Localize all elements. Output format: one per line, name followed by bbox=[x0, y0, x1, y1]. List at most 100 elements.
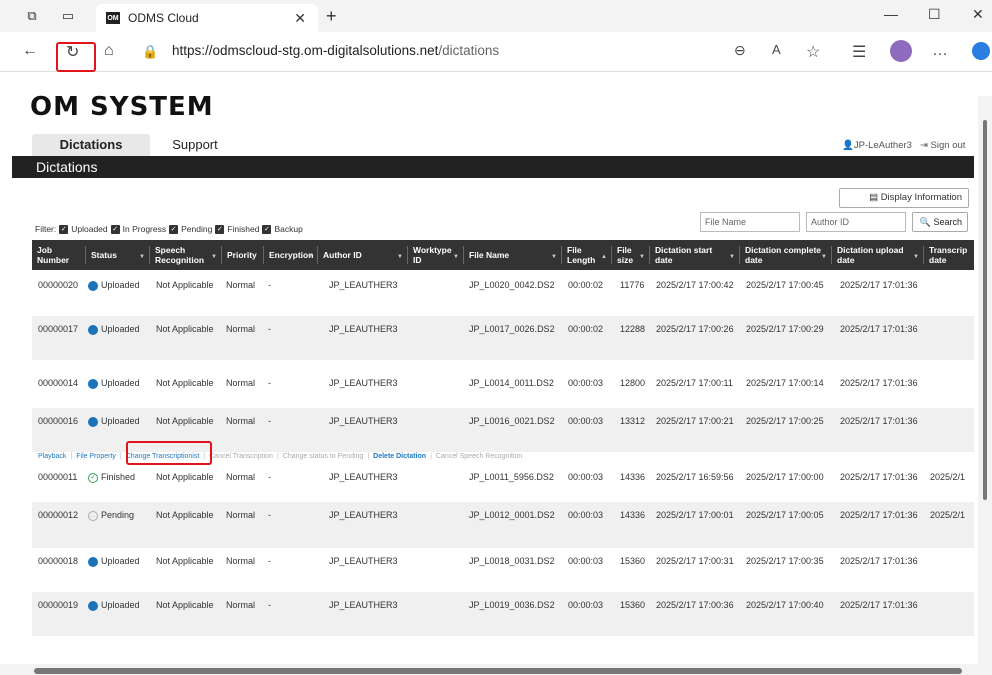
tab-actions-icon[interactable]: ▭ bbox=[60, 8, 76, 24]
logo: OM SYSTEM bbox=[30, 92, 214, 122]
cell-upload: 2025/2/17 17:01:36 bbox=[840, 280, 918, 290]
cell-complete: 2025/2/17 17:00:05 bbox=[746, 510, 824, 520]
cell-author: JP_LEAUTHER3 bbox=[329, 510, 398, 520]
cell-upload: 2025/2/17 17:01:36 bbox=[840, 600, 918, 610]
minimize-icon[interactable]: — bbox=[884, 6, 898, 22]
cell-speech: Not Applicable bbox=[156, 556, 214, 566]
cell-length: 00:00:03 bbox=[568, 510, 604, 520]
cell-status: … Pending bbox=[88, 510, 135, 521]
cell-complete: 2025/2/17 17:00:00 bbox=[746, 472, 824, 482]
favorite-star-icon[interactable]: ☆ bbox=[806, 42, 820, 62]
cell-file: JP_L0017_0026.DS2 bbox=[469, 324, 555, 334]
col-dictation-start-date[interactable]: Dictation start date ▼ bbox=[650, 240, 740, 270]
more-menu-icon[interactable]: … bbox=[932, 42, 948, 60]
cell-status: Uploaded bbox=[88, 378, 140, 389]
table-row[interactable]: 00000017 Uploaded Not Applicable Normal - JP_… bbox=[32, 316, 974, 360]
cell-length: 00:00:03 bbox=[568, 556, 604, 566]
cell-status: Uploaded bbox=[88, 556, 140, 567]
filter-uploaded-checkbox[interactable]: ✓ bbox=[59, 224, 69, 234]
tab-dictations[interactable]: Dictations bbox=[32, 134, 150, 156]
zoom-icon[interactable]: ⊖ bbox=[734, 42, 746, 59]
col-priority[interactable]: Priority bbox=[222, 240, 264, 270]
tab-support[interactable]: Support bbox=[150, 134, 240, 156]
close-tab-icon[interactable]: ✕ bbox=[294, 10, 306, 27]
col-file-size[interactable]: File size ▼ bbox=[612, 240, 650, 270]
new-tab-icon[interactable]: + bbox=[326, 6, 337, 27]
cell-speech: Not Applicable bbox=[156, 416, 214, 426]
cell-start: 2025/2/17 17:00:01 bbox=[656, 510, 734, 520]
cell-speech: Not Applicable bbox=[156, 472, 214, 482]
table-row[interactable]: 00000011 ✓ Finished Not Applicable Normal - JP… bbox=[32, 464, 974, 502]
col-status[interactable]: Status ▼ bbox=[86, 240, 150, 270]
uploaded-status-icon bbox=[88, 324, 98, 335]
profile-avatar[interactable] bbox=[890, 40, 912, 62]
display-information-button[interactable]: ▤ Display Information bbox=[839, 188, 969, 208]
filter-in-progress-checkbox[interactable]: ✓ bbox=[110, 224, 120, 234]
cell-priority: Normal bbox=[226, 472, 256, 482]
table-row[interactable]: 00000020 Uploaded Not Applicable Normal - JP_… bbox=[32, 272, 974, 316]
col-speech-recognition[interactable]: Speech Recognition ▼ bbox=[150, 240, 222, 270]
filter-backup-checkbox[interactable]: ✓ bbox=[262, 224, 272, 234]
action-delete-dictation[interactable]: Delete Dictation bbox=[373, 453, 426, 460]
cell-author: JP_LEAUTHER3 bbox=[329, 280, 398, 290]
cell-speech: Not Applicable bbox=[156, 324, 214, 334]
uploaded-status-icon bbox=[88, 378, 98, 389]
cell-job: 00000017 bbox=[38, 324, 79, 334]
cell-priority: Normal bbox=[226, 416, 256, 426]
col-file-name[interactable]: File Name ▼ bbox=[464, 240, 562, 270]
cell-priority: Normal bbox=[226, 280, 256, 290]
table-row[interactable]: 00000018 Uploaded Not Applicable Normal - JP_… bbox=[32, 548, 974, 592]
action-file-property[interactable]: File Property bbox=[76, 453, 116, 460]
cell-author: JP_LEAUTHER3 bbox=[329, 600, 398, 610]
author-id-input[interactable]: Author ID bbox=[806, 212, 906, 232]
browser-tab[interactable]: OM ODMS Cloud ✕ bbox=[96, 4, 318, 32]
workspaces-icon[interactable]: ⧉ bbox=[24, 8, 40, 24]
maximize-icon[interactable]: ☐ bbox=[928, 6, 941, 23]
col-file-length[interactable]: File Length ▲ bbox=[562, 240, 612, 270]
copilot-icon[interactable] bbox=[972, 42, 990, 60]
col-worktype-id[interactable]: Worktype ID ▼ bbox=[408, 240, 464, 270]
url-field[interactable]: https://odmscloud-stg.om-digitalsolution… bbox=[172, 38, 732, 64]
refresh-highlight-box bbox=[56, 42, 96, 72]
lock-icon[interactable]: 🔒 bbox=[142, 44, 158, 60]
horizontal-scroll-thumb[interactable] bbox=[34, 668, 962, 674]
action-change-status-to-pending: Change status to Pending bbox=[282, 453, 364, 460]
cell-complete: 2025/2/17 17:00:35 bbox=[746, 556, 824, 566]
pending-status-icon: … bbox=[88, 510, 98, 521]
col-author-id[interactable]: Author ID ▼ bbox=[318, 240, 408, 270]
close-window-icon[interactable]: ✕ bbox=[972, 6, 984, 23]
table-header: Job Number Status ▼ Speech Recognition ▼ P… bbox=[32, 240, 974, 270]
address-bar-row: ← ↻ ⌂ 🔒 https://odmscloud-stg.om-digital… bbox=[0, 32, 992, 72]
cell-speech: Not Applicable bbox=[156, 510, 214, 520]
search-button[interactable]: 🔍 Search bbox=[912, 212, 968, 232]
col-dictation-upload-date[interactable]: Dictation upload date ▼ bbox=[832, 240, 924, 270]
user-name[interactable]: 👤JP-LeAuther3 bbox=[842, 140, 912, 151]
favorites-icon[interactable]: ☰ bbox=[852, 42, 866, 62]
action-playback[interactable]: Playback bbox=[38, 453, 66, 460]
cell-priority: Normal bbox=[226, 510, 256, 520]
home-icon[interactable]: ⌂ bbox=[104, 42, 114, 60]
action-separator: | bbox=[367, 453, 370, 460]
col-encryption[interactable]: Encryption ▼ bbox=[264, 240, 318, 270]
vertical-scroll-thumb[interactable] bbox=[983, 120, 987, 500]
read-aloud-icon[interactable]: A bbox=[772, 42, 781, 57]
cell-file: JP_L0016_0021.DS2 bbox=[469, 416, 555, 426]
cell-priority: Normal bbox=[226, 378, 256, 388]
col-dictation-complete-date[interactable]: Dictation complete date ▼ bbox=[740, 240, 832, 270]
filter-bar: Filter: ✓ Uploaded ✓ In Progress ✓ Pending … bbox=[35, 224, 303, 234]
filter-pending-checkbox[interactable]: ✓ bbox=[169, 224, 179, 234]
col-transcription-date[interactable]: Transcrip date bbox=[924, 240, 974, 270]
cell-author: JP_LEAUTHER3 bbox=[329, 378, 398, 388]
back-icon[interactable]: ← bbox=[22, 42, 38, 60]
table-row[interactable]: 00000014 Uploaded Not Applicable Normal - JP_… bbox=[32, 370, 974, 408]
table-row[interactable]: 00000012 … Pending Not Applicable Normal - JP_… bbox=[32, 502, 974, 548]
cell-status: Uploaded bbox=[88, 280, 140, 291]
cell-size: 14336 bbox=[620, 472, 646, 482]
sign-out-link[interactable]: ⇥ Sign out bbox=[920, 140, 965, 151]
col-job-number[interactable]: Job Number bbox=[32, 240, 86, 270]
cell-enc: - bbox=[268, 324, 271, 334]
file-name-input[interactable]: File Name bbox=[700, 212, 800, 232]
cell-length: 00:00:02 bbox=[568, 280, 604, 290]
filter-finished-checkbox[interactable]: ✓ bbox=[215, 224, 225, 234]
table-row[interactable]: 00000019 Uploaded Not Applicable Normal - JP_… bbox=[32, 592, 974, 636]
